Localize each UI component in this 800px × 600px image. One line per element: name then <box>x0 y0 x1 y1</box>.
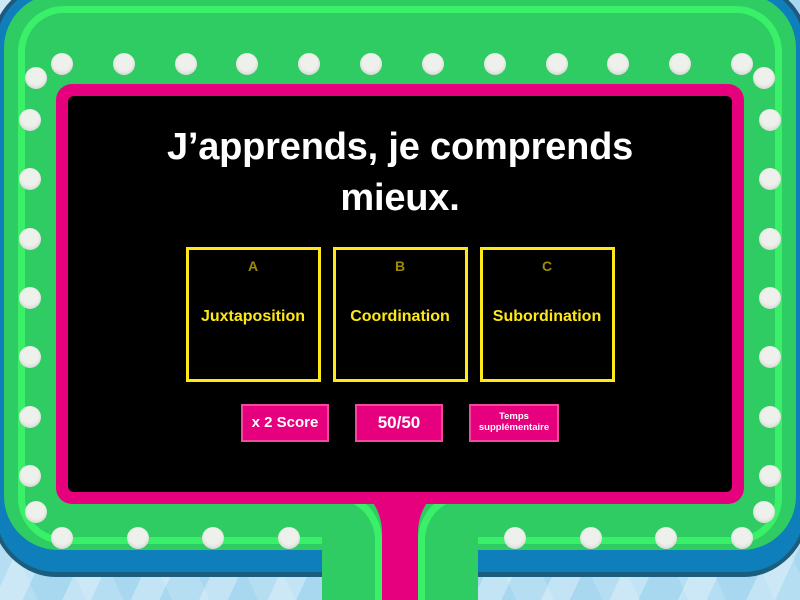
marquee-light-corner-bl <box>25 501 47 523</box>
answer-card-b[interactable]: B Coordination <box>332 246 468 382</box>
marquee-light-right-3 <box>759 287 781 309</box>
powerup-double-score[interactable]: x 2 Score <box>241 403 329 442</box>
marquee-light-top-5 <box>360 53 383 75</box>
marquee-light-bottom-3 <box>277 527 300 549</box>
answer-card-c[interactable]: C Subordination <box>479 246 615 382</box>
marquee-light-left-3 <box>19 287 41 309</box>
game-stage: J’apprends, je comprends mieux. A Juxtap… <box>0 0 800 600</box>
marquee-light-bottom-0 <box>51 527 73 549</box>
answer-text-c: Subordination <box>492 307 602 325</box>
marquee-light-top-6 <box>421 53 444 75</box>
marquee-light-top-11 <box>731 53 753 75</box>
marquee-light-left-2 <box>19 227 41 250</box>
marquee-light-left-6 <box>19 465 41 487</box>
marquee-light-right-2 <box>759 227 781 250</box>
marquee-light-corner-tr <box>753 67 775 89</box>
marquee-light-bottom-2 <box>202 527 225 549</box>
marquee-light-corner-br <box>753 501 775 523</box>
marquee-light-bottom-9 <box>731 527 753 549</box>
marquee-light-top-7 <box>483 53 506 75</box>
marquee-light-corner-tl <box>25 67 47 89</box>
marquee-light-left-5 <box>19 405 41 428</box>
answer-text-a: Juxtaposition <box>200 307 305 325</box>
answer-letter-a: A <box>247 257 259 274</box>
powerup-bar: x 2 Score 50/50 Temps supplémentaire <box>241 403 559 442</box>
marquee-light-left-0 <box>19 109 41 131</box>
question-text: J’apprends, je comprends mieux. <box>166 126 634 220</box>
marquee-light-right-6 <box>759 465 781 487</box>
marquee-light-top-10 <box>669 53 692 75</box>
marquee-light-right-5 <box>759 405 781 428</box>
marquee-light-top-1 <box>112 53 135 75</box>
answer-letter-c: C <box>541 257 553 274</box>
answer-text-b: Coordination <box>350 307 450 325</box>
powerup-extra-time[interactable]: Temps supplémentaire <box>469 403 559 442</box>
marquee-light-top-0 <box>51 53 73 75</box>
powerup-fifty-fifty[interactable]: 50/50 <box>355 403 443 442</box>
marquee-light-top-8 <box>545 53 568 75</box>
quiz-screen: J’apprends, je comprends mieux. A Juxtap… <box>68 96 732 492</box>
answer-options: A Juxtaposition B Coordination C Subordi… <box>185 246 615 382</box>
marquee-light-top-2 <box>174 53 197 75</box>
marquee-light-bottom-1 <box>126 527 149 549</box>
marquee-light-bottom-7 <box>579 527 602 549</box>
answer-letter-b: B <box>394 257 406 274</box>
marquee-light-right-0 <box>759 109 781 131</box>
answer-card-a[interactable]: A Juxtaposition <box>185 246 321 382</box>
